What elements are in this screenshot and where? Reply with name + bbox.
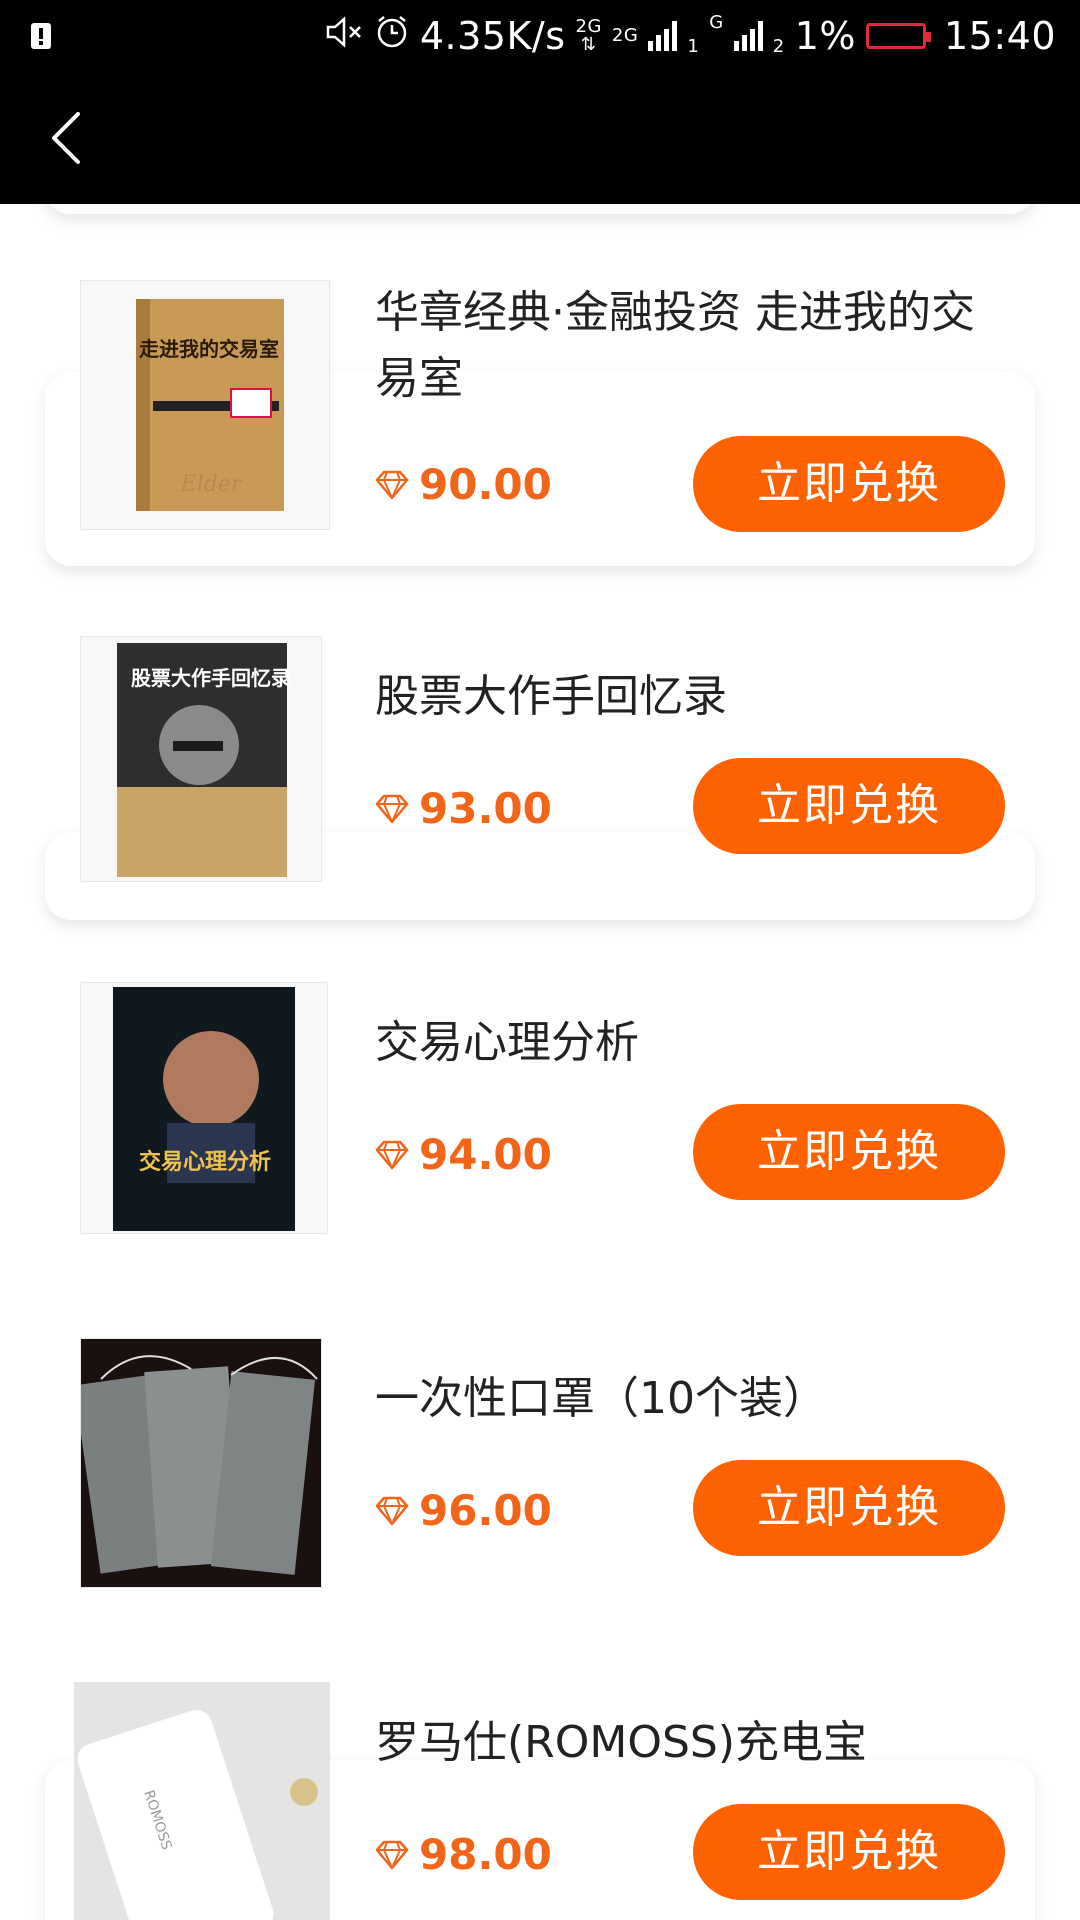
redeem-button[interactable]: 立即兑换 [693, 1460, 1005, 1556]
product-item[interactable]: ROMOSS 罗马仕(ROMOSS)充电宝 98.00 立即兑换 [0, 1682, 1080, 1920]
card-background [45, 204, 1035, 214]
product-item[interactable]: 一次性口罩（10个装） 96.00 立即兑换 [0, 1338, 1080, 1598]
battery-icon [865, 23, 931, 49]
network-type-2g: 2G ⇅ [575, 16, 602, 55]
cover-title: 交易心理分析 [139, 1149, 271, 1175]
diamond-icon [375, 1496, 409, 1525]
g-label: G [709, 12, 724, 33]
sim1-label: 1 [687, 36, 700, 57]
redeem-button[interactable]: 立即兑换 [693, 436, 1005, 532]
price-value: 94.00 [419, 1130, 552, 1179]
svg-text:Elder: Elder [180, 472, 243, 497]
product-price: 93.00 [375, 784, 552, 833]
price-value: 93.00 [419, 784, 552, 833]
product-title: 罗马仕(ROMOSS)充电宝 [375, 1717, 867, 1768]
top-nav-bar [0, 72, 1080, 204]
product-image[interactable]: Elder 走进我的交易室 [80, 280, 330, 530]
product-price: 98.00 [375, 1830, 552, 1879]
redeem-button[interactable]: 立即兑换 [693, 1104, 1005, 1200]
diamond-icon [375, 1140, 409, 1169]
diamond-icon [375, 1840, 409, 1869]
alarm-icon [374, 14, 410, 59]
sim2-label: 2 [772, 36, 785, 57]
product-price: 90.00 [375, 460, 552, 509]
redeem-button[interactable]: 立即兑换 [693, 758, 1005, 854]
battery-percent: 1% [794, 14, 856, 58]
product-title: 股票大作手回忆录 [375, 671, 727, 722]
product-item[interactable]: 交易心理分析 交易心理分析 94.00 立即兑换 [0, 982, 1080, 1242]
product-title: 华章经典·金融投资 走进我的交易室 [375, 287, 975, 404]
product-image[interactable] [80, 1338, 322, 1588]
product-price: 96.00 [375, 1486, 552, 1535]
chevron-left-icon [52, 112, 80, 164]
notification-icon [30, 22, 52, 54]
net-speed: 4.35K/s [419, 14, 566, 58]
cover-title: 股票大作手回忆录 [131, 666, 291, 690]
clock: 15:40 [943, 14, 1056, 58]
price-value: 96.00 [419, 1486, 552, 1535]
product-item[interactable]: 股票大作手回忆录 股票大作手回忆录 93.00 立即兑换 [0, 636, 1080, 896]
mute-icon [324, 14, 364, 58]
cover-title: 走进我的交易室 [139, 337, 279, 361]
product-title: 交易心理分析 [375, 1017, 639, 1068]
product-item[interactable]: Elder 走进我的交易室 华章经典·金融投资 走进我的交易室 90.00 立即… [0, 280, 1080, 540]
diamond-icon [375, 794, 409, 823]
network-type-2g-second: 2G [611, 25, 639, 46]
status-bar: 4.35K/s 2G ⇅ 2G 1 G 2 1% 15:40 [0, 0, 1080, 72]
product-list[interactable]: Elder 走进我的交易室 华章经典·金融投资 走进我的交易室 90.00 立即… [0, 204, 1080, 1920]
redeem-button[interactable]: 立即兑换 [693, 1804, 1005, 1900]
product-image[interactable]: 交易心理分析 [80, 982, 328, 1234]
product-image[interactable]: 股票大作手回忆录 [80, 636, 322, 882]
price-value: 98.00 [419, 1830, 552, 1879]
back-button[interactable] [36, 102, 96, 174]
diamond-icon [375, 470, 409, 499]
price-value: 90.00 [419, 460, 552, 509]
signal-icon-sim2 [733, 21, 763, 51]
product-image[interactable]: ROMOSS [74, 1682, 330, 1920]
signal-icon-sim1 [648, 21, 678, 51]
product-price: 94.00 [375, 1130, 552, 1179]
product-title: 一次性口罩（10个装） [375, 1373, 827, 1424]
